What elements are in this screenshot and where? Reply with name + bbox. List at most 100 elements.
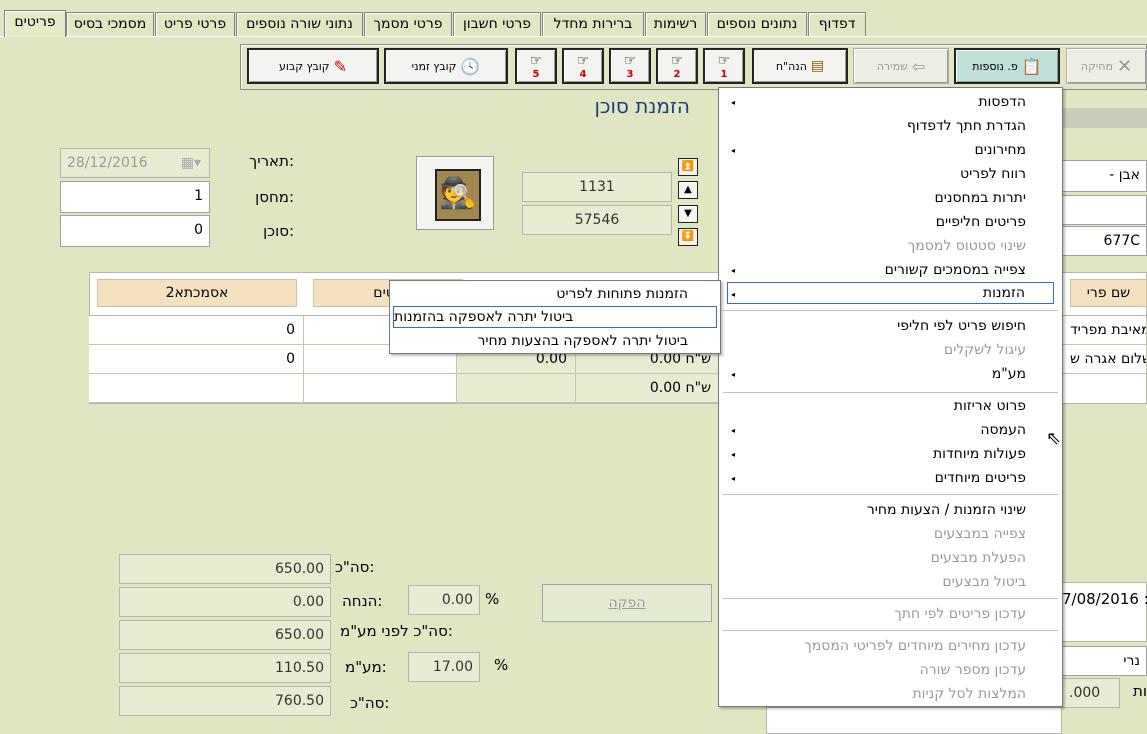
calendar-icon: ▦▾ <box>180 155 201 171</box>
ledger-icon: ▤ <box>810 58 825 74</box>
grid-cell[interactable]: מאיבת מפריד <box>1062 316 1147 345</box>
menu-item-vat[interactable]: מע"מ <box>992 366 1026 382</box>
submenu-item-open-orders[interactable]: הזמנות פתוחות לפריט <box>556 286 688 302</box>
layout-3-button[interactable]: ☞ 3 <box>609 48 651 84</box>
menu-item-cart-recommendations[interactable]: המלצות לסל קניות <box>912 686 1026 702</box>
temp-file-button[interactable]: קובץ זמני 🕓 <box>384 48 508 84</box>
menu-item-special-items[interactable]: פריטים מיוחדים <box>935 470 1026 486</box>
menu-item-warehouse-balances[interactable]: יתרות במחסנים <box>934 190 1026 206</box>
menu-item-packaging[interactable]: פרוט אריזות <box>954 398 1026 414</box>
delete-button[interactable]: מחיקה ✕ <box>1066 48 1147 84</box>
menu-item-update-line-number[interactable]: עדכון מספר שורה <box>920 662 1026 678</box>
grid-cell[interactable]: 0 <box>89 345 304 374</box>
tab-lists[interactable]: רשימות <box>645 12 706 36</box>
menu-item-loading[interactable]: העמסה <box>980 422 1026 438</box>
menu-item-orders[interactable]: הזמנות <box>727 282 1054 304</box>
agent-field[interactable]: 0 <box>60 215 210 247</box>
grid-header-asmachta2[interactable]: אסמכתא2 <box>97 279 297 307</box>
phone-field[interactable]: 677C <box>1062 226 1147 256</box>
tab-defaults[interactable]: ברירות מחדל <box>542 12 644 36</box>
bottom-field <box>766 707 1062 734</box>
produce-button[interactable]: הפקה <box>542 584 712 622</box>
tab-items[interactable]: פריטים <box>4 10 66 37</box>
layout-2-button[interactable]: ☞ 2 <box>656 48 698 84</box>
layout-1-button[interactable]: ☞ 1 <box>703 48 745 84</box>
submenu-item-cancel-balance-quotes[interactable]: ביטול יתרה לאספקה בהצעות מחיר <box>478 333 689 349</box>
tab-account-details[interactable]: פרטי חשבון <box>453 12 541 36</box>
vat-pct-field[interactable]: 17.00 <box>408 652 480 682</box>
menu-label: מחירונים <box>974 142 1026 158</box>
menu-item-change-status[interactable]: שינוי סטטוס למסמך <box>908 238 1026 254</box>
submenu-label: הזמנות פתוחות לפריט <box>556 286 688 302</box>
menu-item-prints[interactable]: הדפסות <box>978 94 1026 110</box>
menu-item-alt-items[interactable]: פריטים חליפיים <box>936 214 1026 230</box>
menu-separator <box>723 392 1058 393</box>
menu-item-round-shekels[interactable]: עיגול לשקלים <box>944 342 1026 358</box>
customer-name-field[interactable]: - אבן גבירול <box>1062 160 1147 211</box>
tab-browse[interactable]: דפדוף <box>808 12 866 36</box>
discount-pct-field[interactable]: 0.00 <box>408 585 480 615</box>
more-functions-label: פ. נוספות <box>972 59 1018 73</box>
side-label: ות <box>1133 682 1147 700</box>
submenu-arrow-icon: ◂ <box>731 370 736 379</box>
save-button[interactable]: שמירה ⇦ <box>853 48 949 84</box>
tab-bar: פריטים מסמכי בסיס פרטי פריט נתוני שורה נ… <box>0 0 1147 37</box>
submenu-item-cancel-balance-orders[interactable]: ביטול יתרה לאספקה בהזמנות <box>393 306 717 328</box>
menu-label: פעולות מיוחדות <box>932 446 1026 462</box>
tab-extra-data[interactable]: נתונים נוספים <box>707 12 807 36</box>
layout-4-button[interactable]: ☞ 4 <box>562 48 604 84</box>
grid-header-item-name[interactable]: שם פרי <box>1070 279 1147 307</box>
menu-item-update-special-prices[interactable]: עדכון מחירים מיוחדים לפריטי המסמך <box>804 638 1026 654</box>
tab-doc-details[interactable]: פרטי מסמך <box>364 12 452 36</box>
tab-extra-line-data[interactable]: נתוני שורה נוספים <box>236 12 363 36</box>
menu-label: עדכון פריטים לפי חתך <box>894 606 1026 622</box>
customer-extra-field[interactable] <box>1062 195 1147 225</box>
menu-item-special-actions[interactable]: פעולות מיוחדות <box>933 446 1026 462</box>
menu-label: שינוי סטטוס למסמך <box>907 238 1026 254</box>
layout-5-button[interactable]: ☞ 5 <box>515 48 557 84</box>
tab-base-docs[interactable]: מסמכי בסיס <box>66 12 154 36</box>
accounting-label: הנה"ח <box>775 59 807 73</box>
menu-label: צפייה במבצעים <box>933 526 1026 542</box>
menu-label: שינוי הזמנות / הצעות מחיר <box>866 502 1026 518</box>
menu-item-search-alt[interactable]: חיפוש פריט לפי חליפי <box>897 318 1026 334</box>
grid-cell[interactable]: 0 <box>89 316 304 345</box>
submenu-arrow-icon: ◂ <box>731 290 736 299</box>
submenu-arrow-icon: ◂ <box>731 146 736 155</box>
menu-item-browse-cut[interactable]: הגדרת חתך לדפדוף <box>907 118 1026 134</box>
accounting-button[interactable]: הנה"ח ▤ <box>752 48 848 84</box>
agent-avatar-button[interactable]: 🕵 <box>416 156 494 230</box>
total-label: סה"כ: <box>335 558 375 576</box>
first-record-button[interactable]: ⏫ <box>678 158 698 176</box>
grid-cell[interactable] <box>457 374 576 403</box>
document-number-field[interactable]: 57546 <box>522 205 672 235</box>
grid-cell[interactable] <box>89 374 304 403</box>
last-record-button[interactable]: ⏬ <box>678 228 698 246</box>
menu-item-activate-promos[interactable]: הפעלת מבצעים <box>931 550 1026 566</box>
grid-cell[interactable]: משלום אגרה ש <box>1062 345 1147 374</box>
side-field[interactable]: נרי <box>1062 646 1147 676</box>
total-field: 650.00 <box>119 554 331 584</box>
grid-cell[interactable] <box>304 374 457 403</box>
date-field[interactable]: 28/12/2016 ▦▾ <box>60 148 210 178</box>
menu-item-related-docs[interactable]: צפייה במסמכים קשורים <box>885 262 1026 278</box>
menu-item-pricelists[interactable]: מחירונים <box>974 142 1026 158</box>
warehouse-field[interactable]: 1 <box>60 181 210 213</box>
more-functions-button[interactable]: פ. נוספות 📋 <box>954 48 1060 84</box>
tab-item-details[interactable]: פרטי פריט <box>155 12 235 36</box>
menu-item-cancel-promos[interactable]: ביטול מבצעים <box>942 574 1026 590</box>
customer-number-field[interactable]: 1131 <box>522 172 672 202</box>
menu-item-item-profit[interactable]: רווח לפריט <box>960 166 1026 182</box>
submenu-arrow-icon: ◂ <box>731 426 736 435</box>
temp-file-label: קובץ זמני <box>411 59 457 73</box>
next-record-button[interactable]: ▼ <box>678 205 698 223</box>
submenu-label: ביטול יתרה לאספקה בהצעות מחיר <box>477 333 689 349</box>
date-value: 28/12/2016 <box>67 155 148 171</box>
menu-item-update-by-cut[interactable]: עדכון פריטים לפי חתך <box>894 606 1026 622</box>
fixed-file-button[interactable]: קובץ קבוע ✎ <box>247 48 379 84</box>
agent-label: סוכן: <box>263 222 294 240</box>
menu-item-view-promos[interactable]: צפייה במבצעים <box>934 526 1026 542</box>
menu-item-change-orders[interactable]: שינוי הזמנות / הצעות מחיר <box>867 502 1026 518</box>
prev-record-button[interactable]: ▲ <box>678 181 698 199</box>
grid-cell[interactable]: ש"ח 0.00 <box>576 374 720 403</box>
